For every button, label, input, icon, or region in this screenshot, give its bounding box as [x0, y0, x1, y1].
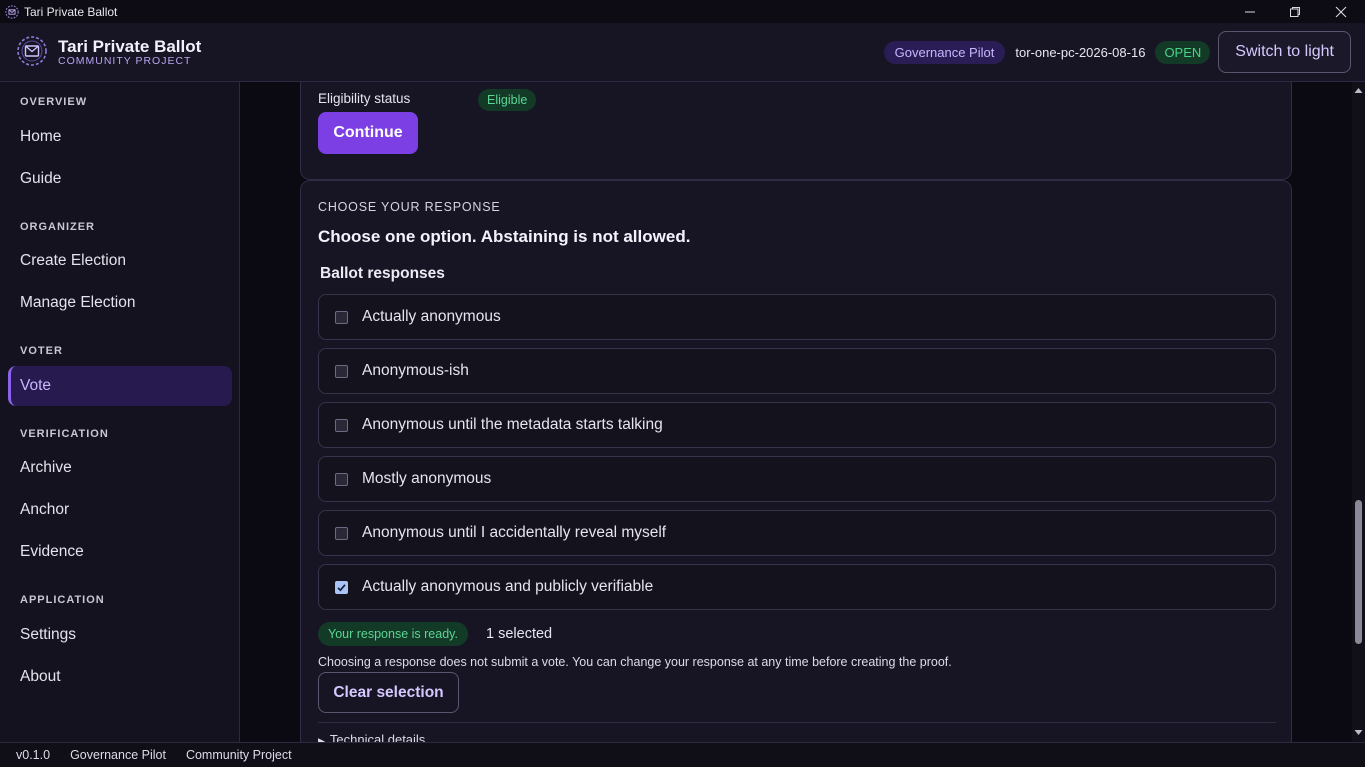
- response-card: CHOOSE YOUR RESPONSE Choose one option. …: [300, 180, 1292, 742]
- app-header: Tari Private Ballot COMMUNITY PROJECT Go…: [0, 23, 1365, 82]
- profile-badge: Governance Pilot: [883, 40, 1006, 64]
- sidebar-item-vote[interactable]: Vote: [8, 366, 232, 406]
- nav-group-organizer: ORGANIZER: [20, 221, 95, 233]
- option-label: Anonymous until I accidentally reveal my…: [362, 524, 667, 541]
- option-label: Actually anonymous: [362, 308, 501, 325]
- sidebar-item-create-election[interactable]: Create Election: [8, 241, 232, 281]
- sidebar: OVERVIEW Home Guide ORGANIZER Create Ele…: [0, 82, 240, 742]
- checkbox[interactable]: [335, 364, 348, 378]
- sidebar-item-anchor[interactable]: Anchor: [8, 490, 232, 530]
- checkbox[interactable]: [335, 310, 348, 324]
- brand-subtitle: COMMUNITY PROJECT: [58, 55, 192, 67]
- scroll-down-arrow-icon[interactable]: [1354, 728, 1363, 737]
- option-label: Mostly anonymous: [362, 470, 492, 487]
- nav-group-application: APPLICATION: [20, 594, 105, 606]
- footer-version: v0.1.0: [16, 748, 51, 762]
- eligibility-card: Eligibility status Eligible Continue: [300, 82, 1292, 180]
- footer-profile: Governance Pilot: [70, 748, 166, 762]
- theme-switch-button[interactable]: Switch to light: [1218, 31, 1351, 73]
- response-option[interactable]: Anonymous until the metadata starts talk…: [318, 402, 1276, 448]
- restore-icon: [1290, 6, 1300, 17]
- scroll-thumb[interactable]: [1355, 500, 1362, 644]
- checkbox[interactable]: [335, 418, 348, 432]
- main-content: Eligibility status Eligible Continue CHO…: [240, 82, 1352, 742]
- app-icon: [5, 4, 19, 19]
- checkbox[interactable]: [335, 472, 348, 486]
- option-label: Anonymous until the metadata starts talk…: [362, 416, 663, 433]
- minimize-button[interactable]: [1227, 0, 1273, 23]
- eligibility-badge: Eligible: [478, 89, 537, 111]
- status-footer: v0.1.0 Governance Pilot Community Projec…: [0, 742, 1365, 767]
- response-option[interactable]: Actually anonymous: [318, 294, 1276, 340]
- nav-group-voter: VOTER: [20, 345, 63, 357]
- selected-count: 1 selected: [486, 626, 553, 642]
- brand-name: Tari Private Ballot: [58, 37, 202, 56]
- ready-badge: Your response is ready.: [318, 622, 468, 646]
- sidebar-item-manage-election[interactable]: Manage Election: [8, 283, 232, 323]
- sidebar-item-evidence[interactable]: Evidence: [8, 532, 232, 572]
- scroll-up-arrow-icon[interactable]: [1354, 86, 1363, 95]
- clear-selection-button[interactable]: Clear selection: [318, 672, 459, 713]
- sidebar-item-settings[interactable]: Settings: [8, 615, 232, 655]
- ballot-logo-icon: [17, 36, 47, 66]
- response-option[interactable]: Anonymous-ish: [318, 348, 1276, 394]
- minimize-icon: [1245, 11, 1255, 12]
- close-button[interactable]: [1318, 0, 1364, 23]
- window-title: Tari Private Ballot: [24, 4, 118, 19]
- response-option[interactable]: Mostly anonymous: [318, 456, 1276, 502]
- main-scrollbar[interactable]: [1352, 82, 1365, 742]
- technical-details-toggle[interactable]: ▶ Technical details: [318, 732, 425, 742]
- response-heading: Choose one option. Abstaining is not all…: [318, 227, 691, 246]
- divider: [318, 722, 1276, 723]
- sidebar-item-about[interactable]: About: [8, 657, 232, 697]
- option-label: Actually anonymous and publicly verifiab…: [362, 578, 654, 595]
- continue-button[interactable]: Continue: [318, 112, 418, 154]
- checkmark-icon: [337, 583, 346, 591]
- technical-details-label: Technical details: [329, 732, 426, 742]
- status-badge: OPEN: [1155, 40, 1211, 64]
- checkbox[interactable]: [335, 526, 348, 540]
- sidebar-item-guide[interactable]: Guide: [8, 159, 232, 199]
- section-label: CHOOSE YOUR RESPONSE: [318, 200, 501, 214]
- nav-group-verification: VERIFICATION: [20, 428, 109, 440]
- restore-button[interactable]: [1272, 0, 1318, 23]
- option-label: Anonymous-ish: [362, 362, 469, 379]
- footer-project: Community Project: [185, 748, 292, 762]
- response-hint: Choosing a response does not submit a vo…: [318, 655, 952, 669]
- ballot-responses-title: Ballot responses: [320, 265, 445, 282]
- sidebar-item-archive[interactable]: Archive: [8, 448, 232, 488]
- close-icon: [1335, 6, 1347, 17]
- window-titlebar: Tari Private Ballot: [0, 0, 1365, 23]
- eligibility-label: Eligibility status: [318, 91, 411, 106]
- response-option-selected[interactable]: Actually anonymous and publicly verifiab…: [318, 564, 1276, 610]
- nav-group-overview: OVERVIEW: [20, 96, 88, 108]
- election-id: tor-one-pc-2026-08-16: [1015, 44, 1146, 60]
- sidebar-item-home[interactable]: Home: [8, 117, 232, 157]
- response-option[interactable]: Anonymous until I accidentally reveal my…: [318, 510, 1276, 556]
- checkbox-checked[interactable]: [335, 580, 348, 594]
